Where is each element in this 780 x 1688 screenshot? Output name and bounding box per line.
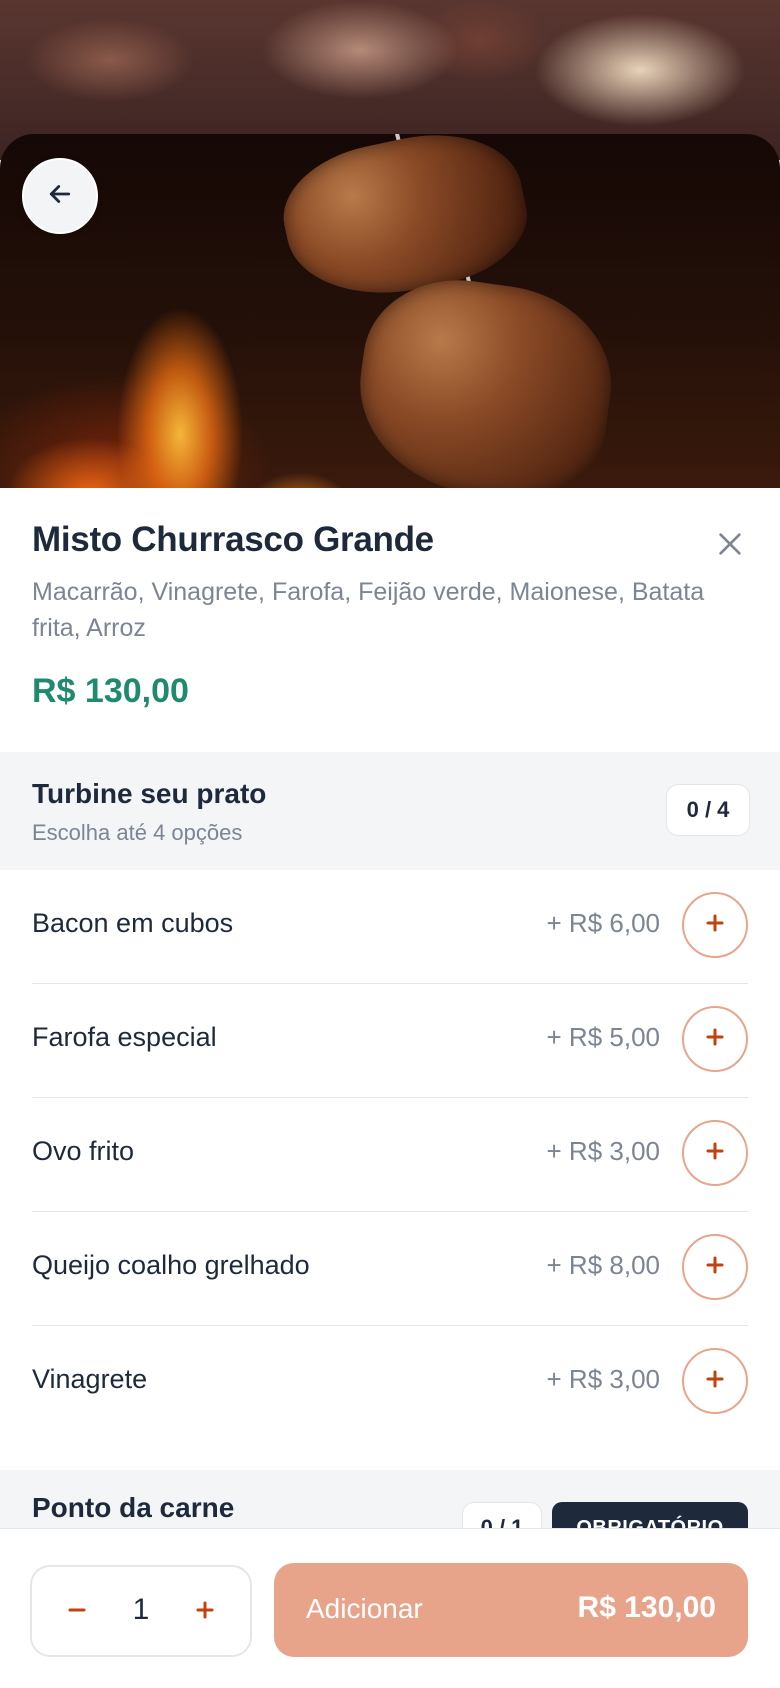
plus-icon (703, 1253, 727, 1282)
product-price: R$ 130,00 (32, 672, 189, 710)
option-name: Queijo coalho grelhado (32, 1250, 310, 1280)
option-price: + R$ 5,00 (546, 1022, 660, 1052)
increase-quantity-button[interactable] (180, 1587, 230, 1637)
close-button[interactable] (710, 526, 750, 566)
meat-decoration (346, 267, 624, 488)
plus-icon (703, 1025, 727, 1054)
section-title: Ponto da carne (32, 1492, 235, 1523)
add-option-button[interactable] (682, 1120, 748, 1186)
section-header-turbine: Turbine seu prato Escolha até 4 opções 0… (0, 752, 780, 870)
option-name: Bacon em cubos (32, 908, 234, 938)
section-title: Turbine seu prato (32, 778, 267, 809)
option-name: Farofa especial (32, 1022, 217, 1052)
option-price: + R$ 6,00 (546, 908, 660, 938)
option-row[interactable]: Bacon em cubos + R$ 6,00 (32, 870, 748, 984)
bottom-action-bar: 1 Adicionar R$ 130,00 (0, 1528, 780, 1688)
plus-icon (703, 1367, 727, 1396)
option-row[interactable]: Vinagrete + R$ 3,00 (32, 1326, 748, 1440)
plus-icon (193, 1598, 217, 1627)
add-option-button[interactable] (682, 1006, 748, 1072)
option-name: Vinagrete (32, 1364, 148, 1394)
options-list: Bacon em cubos + R$ 6,00 Farofa especial… (0, 870, 780, 1440)
selection-count-badge: 0 / 4 (666, 784, 750, 836)
product-description: Macarrão, Vinagrete, Farofa, Feijão verd… (32, 578, 705, 642)
product-details: Misto Churrasco Grande Macarrão, Vinagre… (0, 488, 780, 711)
option-price: + R$ 8,00 (546, 1250, 660, 1280)
option-name: Ovo frito (32, 1136, 135, 1166)
back-button[interactable] (22, 158, 98, 234)
product-title: Misto Churrasco Grande (32, 520, 434, 559)
close-icon (714, 528, 746, 565)
option-price: + R$ 3,00 (546, 1136, 660, 1166)
add-to-cart-label: Adicionar (306, 1593, 423, 1624)
cart-total-price: R$ 130,00 (577, 1591, 716, 1624)
option-row[interactable]: Farofa especial + R$ 5,00 (32, 984, 748, 1098)
add-option-button[interactable] (682, 892, 748, 958)
product-hero-image (0, 134, 780, 488)
option-price: + R$ 3,00 (546, 1364, 660, 1394)
add-option-button[interactable] (682, 1234, 748, 1300)
option-row[interactable]: Ovo frito + R$ 3,00 (32, 1098, 748, 1212)
arrow-left-icon (45, 179, 75, 214)
option-row[interactable]: Queijo coalho grelhado + R$ 8,00 (32, 1212, 748, 1326)
plus-icon (703, 1139, 727, 1168)
plus-icon (703, 911, 727, 940)
quantity-stepper: 1 (30, 1565, 252, 1657)
add-option-button[interactable] (682, 1348, 748, 1414)
add-to-cart-button[interactable]: Adicionar R$ 130,00 (274, 1563, 748, 1657)
section-subtitle: Escolha até 4 opções (32, 820, 243, 845)
